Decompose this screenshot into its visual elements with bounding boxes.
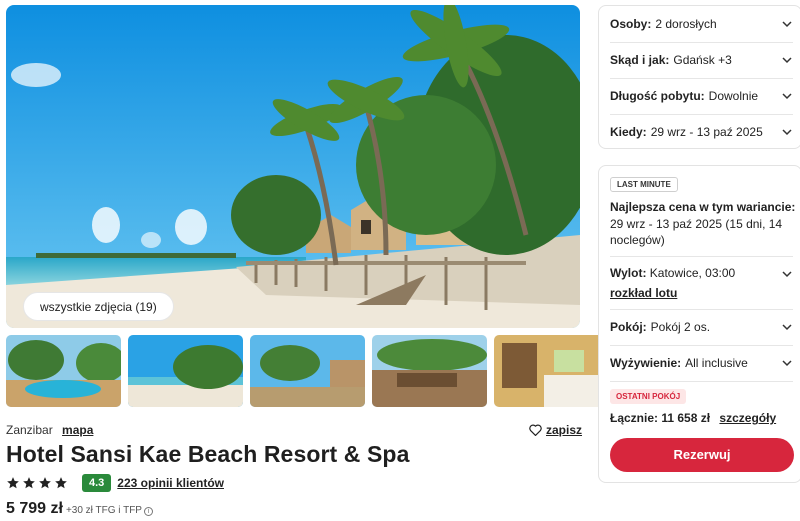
- best-price-title: Najlepsza cena w tym wariancie:: [610, 200, 796, 214]
- option-key: Osoby:: [610, 17, 652, 31]
- star-icon: [23, 477, 35, 489]
- last-minute-badge: LAST MINUTE: [610, 177, 678, 192]
- garden-thumbnail[interactable]: [250, 335, 365, 407]
- thumbnail-strip: [6, 335, 609, 407]
- chevron-down-icon: [782, 129, 792, 136]
- divider: [610, 256, 793, 257]
- room-value: Pokój 2 os.: [650, 320, 711, 334]
- reviews-link[interactable]: 223 opinii klientów: [117, 476, 224, 490]
- chevron-down-icon: [782, 93, 792, 100]
- score-badge: 4.3: [82, 474, 112, 492]
- persons-select[interactable]: Osoby: 2 dorosłych: [610, 6, 793, 42]
- beach-resort-photo: [6, 5, 580, 328]
- price: 5 799 zł: [6, 500, 63, 517]
- board-key: Wyżywienie:: [610, 356, 682, 370]
- search-options-panel: Osoby: 2 dorosłych Skąd i jak: Gdańsk +3…: [598, 5, 800, 149]
- price-row: 5 799 zł +30 zł TFG i TFP i: [6, 500, 153, 518]
- save-button[interactable]: zapisz: [529, 423, 582, 437]
- option-value: Dowolnie: [708, 89, 759, 103]
- chevron-down-icon: [782, 57, 792, 64]
- terrace-thumbnail[interactable]: [372, 335, 487, 407]
- option-key: Długość pobytu:: [610, 89, 705, 103]
- star-icon: [55, 477, 67, 489]
- total-key: Łącznie:: [610, 411, 659, 425]
- price-extra: +30 zł TFG i TFP i: [66, 505, 153, 516]
- star-icon: [39, 477, 51, 489]
- region-label: Zanzibar: [6, 423, 53, 437]
- star-rating: [6, 476, 68, 490]
- location-row: Zanzibar mapa: [6, 423, 93, 437]
- chevron-down-icon: [782, 21, 792, 28]
- room-select[interactable]: Pokój: Pokój 2 os.: [610, 309, 793, 345]
- main-photo[interactable]: wszystkie zdjęcia (19): [6, 5, 580, 328]
- total-value: 11 658 zł: [661, 411, 711, 425]
- flight-select[interactable]: Wylot: Katowice, 03:00: [610, 266, 793, 280]
- flight-schedule-link[interactable]: rozkład lotu: [610, 286, 677, 300]
- heart-icon: [529, 424, 542, 436]
- rating-row: 4.3 223 opinii klientów: [6, 474, 224, 492]
- option-value: Gdańsk +3: [673, 53, 732, 67]
- star-icon: [7, 477, 19, 489]
- all-photos-button[interactable]: wszystkie zdjęcia (19): [23, 292, 174, 321]
- beach-thumbnail[interactable]: [128, 335, 243, 407]
- option-value: 2 dorosłych: [655, 17, 717, 31]
- room-key: Pokój:: [610, 320, 647, 334]
- save-label: zapisz: [546, 423, 583, 437]
- chevron-down-icon: [782, 271, 792, 278]
- chevron-down-icon: [782, 324, 792, 331]
- option-key: Skąd i jak:: [610, 53, 670, 67]
- price-extra-text: +30 zł TFG i TFP: [65, 505, 142, 516]
- dates-select[interactable]: Kiedy: 29 wrz - 13 paź 2025: [610, 114, 793, 150]
- map-link[interactable]: mapa: [62, 423, 93, 437]
- board-select[interactable]: Wyżywienie: All inclusive: [610, 345, 793, 381]
- hotel-name: Hotel Sansi Kae Beach Resort & Spa: [6, 441, 410, 467]
- chevron-down-icon: [782, 360, 792, 367]
- info-icon[interactable]: i: [143, 507, 153, 516]
- departure-select[interactable]: Skąd i jak: Gdańsk +3: [610, 42, 793, 78]
- flight-key: Wylot:: [610, 266, 647, 280]
- details-link[interactable]: szczegóły: [719, 411, 776, 425]
- room-thumbnail[interactable]: [494, 335, 609, 407]
- offer-panel: LAST MINUTE Najlepsza cena w tym warianc…: [598, 165, 800, 483]
- option-value: 29 wrz - 13 paź 2025: [650, 125, 763, 139]
- option-key: Kiedy:: [610, 125, 647, 139]
- flight-value: Katowice, 03:00: [649, 266, 736, 280]
- board-value: All inclusive: [685, 356, 748, 370]
- total-row: Łącznie: 11 658 zł szczegóły: [610, 411, 776, 425]
- last-room-badge: OSTATNI POKÓJ: [610, 389, 687, 404]
- book-button[interactable]: Rezerwuj: [610, 438, 794, 472]
- stay-length-select[interactable]: Długość pobytu: Dowolnie: [610, 78, 793, 114]
- pool-thumbnail[interactable]: [6, 335, 121, 407]
- divider: [610, 381, 793, 382]
- best-price-dates: 29 wrz - 13 paź 2025 (15 dni, 14 noclegó…: [610, 217, 783, 247]
